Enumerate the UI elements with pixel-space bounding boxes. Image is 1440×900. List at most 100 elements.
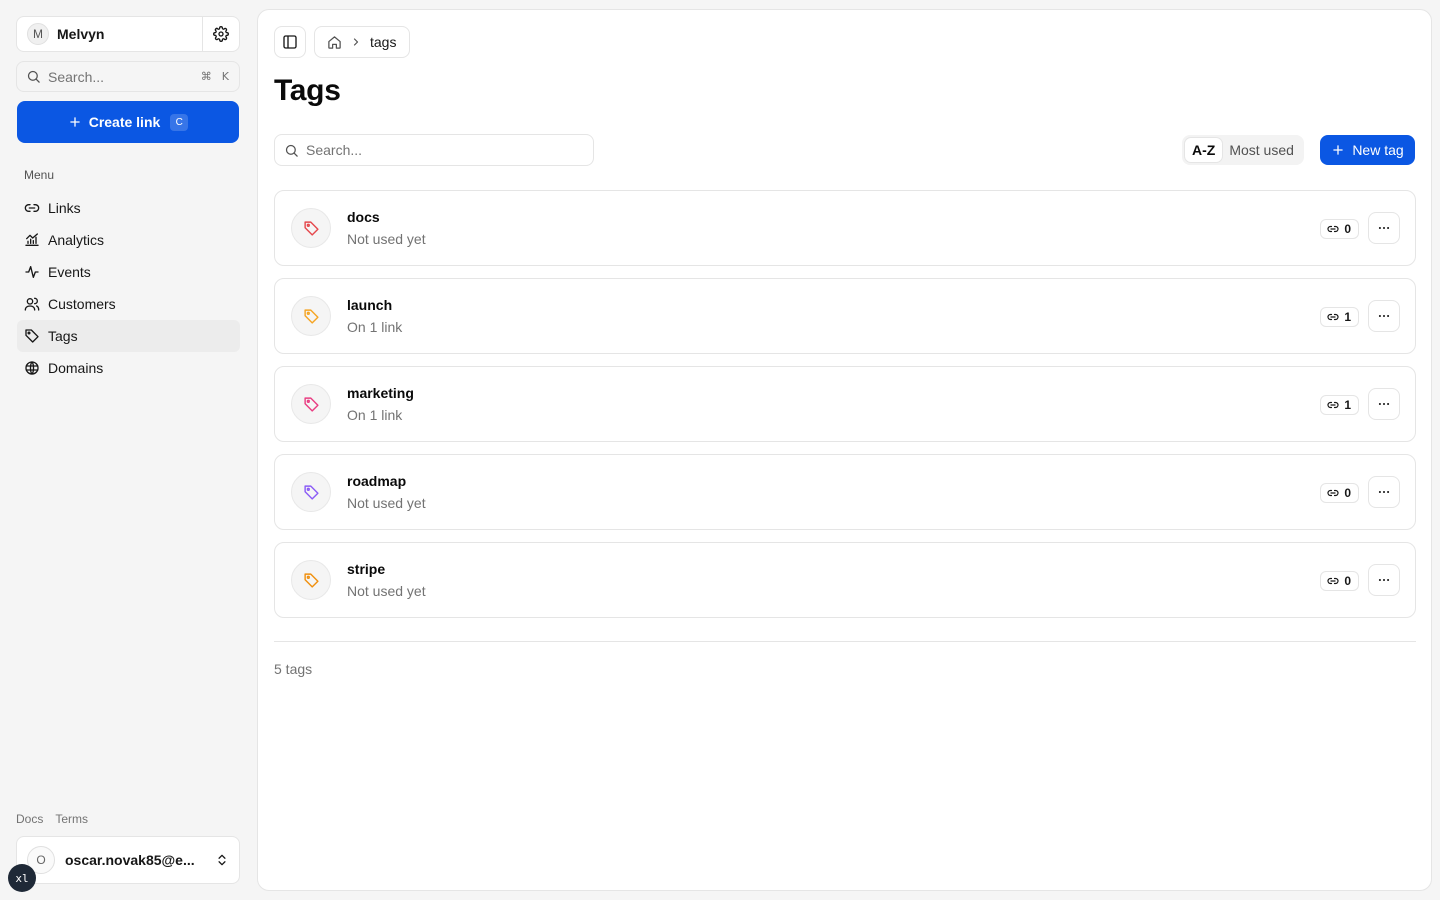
sidebar-search[interactable]: Search... ⌘ K <box>16 61 240 92</box>
link-count-badge: 1 <box>1320 307 1359 327</box>
sort-az-button[interactable]: A-Z <box>1185 138 1223 162</box>
tag-name: marketing <box>347 385 414 401</box>
link-count: 1 <box>1344 398 1351 412</box>
tag-more-button[interactable] <box>1368 476 1400 508</box>
tag-more-button[interactable] <box>1368 388 1400 420</box>
tag-name: launch <box>347 297 393 313</box>
tag-usage: On 1 link <box>347 319 403 335</box>
tag-icon <box>303 308 319 324</box>
create-link-button[interactable]: Create link C <box>17 101 239 143</box>
tag-row-docs[interactable]: docs Not used yet 0 <box>274 190 1416 266</box>
breadcrumb: tags <box>314 26 411 58</box>
user-menu-button[interactable]: O oscar.novak85@e... <box>16 836 240 884</box>
settings-button[interactable] <box>203 17 239 51</box>
tag-row-roadmap[interactable]: roadmap Not used yet 0 <box>274 454 1416 530</box>
workspace-select[interactable]: M Melvyn <box>17 17 203 51</box>
chevrons-up-down-icon <box>218 854 226 866</box>
tag-icon <box>303 220 319 236</box>
tag-color-badge <box>291 208 331 248</box>
users-icon <box>24 297 40 311</box>
link-count-badge: 0 <box>1320 571 1359 591</box>
tag-usage: Not used yet <box>347 495 426 511</box>
link-icon <box>1327 577 1339 585</box>
docs-link[interactable]: Docs <box>16 812 43 826</box>
tag-icon <box>303 484 319 500</box>
sidebar-menu: Links Analytics Events Customers Tags Do… <box>17 192 240 384</box>
sidebar-item-tags[interactable]: Tags <box>17 320 240 352</box>
home-icon[interactable] <box>327 35 342 50</box>
workspace-name: Melvyn <box>57 26 105 42</box>
link-count: 0 <box>1344 486 1351 500</box>
more-horizontal-icon <box>1378 490 1390 494</box>
tag-usage: Not used yet <box>347 583 426 599</box>
tag-search-input[interactable] <box>306 142 566 158</box>
footer-links: Docs Terms <box>16 812 88 826</box>
create-link-label: Create link <box>88 114 161 130</box>
plus-icon <box>1333 145 1344 155</box>
tag-color-badge <box>291 384 331 424</box>
tag-more-button[interactable] <box>1368 300 1400 332</box>
search-icon <box>285 144 298 157</box>
list-divider <box>274 641 1416 642</box>
terms-link[interactable]: Terms <box>55 812 88 826</box>
sidebar-item-label: Customers <box>48 296 116 312</box>
sidebar-item-label: Domains <box>48 360 104 376</box>
new-tag-label: New tag <box>1352 142 1404 158</box>
sidebar-item-links[interactable]: Links <box>17 192 240 224</box>
tag-icon <box>303 396 319 412</box>
tag-total-count: 5 tags <box>274 661 313 677</box>
tag-more-button[interactable] <box>1368 212 1400 244</box>
dev-badge[interactable]: xl <box>8 864 36 892</box>
workspace-switcher: M Melvyn <box>16 16 240 52</box>
tag-row-stripe[interactable]: stripe Not used yet 0 <box>274 542 1416 618</box>
tag-usage: On 1 link <box>347 407 403 423</box>
link-count-badge: 1 <box>1320 395 1359 415</box>
new-tag-button[interactable]: New tag <box>1320 135 1415 165</box>
chevron-right-icon <box>353 38 359 46</box>
sidebar-toggle-button[interactable] <box>274 26 306 58</box>
menu-heading: Menu <box>24 168 55 182</box>
link-icon <box>1327 313 1339 321</box>
shortcut-mod: ⌘ <box>200 70 212 83</box>
page-title: Tags <box>274 74 341 107</box>
sort-most-used-button[interactable]: Most used <box>1222 138 1301 162</box>
more-horizontal-icon <box>1378 578 1390 582</box>
sidebar: M Melvyn Search... ⌘ K Create link C Men… <box>0 0 256 900</box>
tag-more-button[interactable] <box>1368 564 1400 596</box>
gear-icon <box>213 26 229 42</box>
tag-row-marketing[interactable]: marketing On 1 link 1 <box>274 366 1416 442</box>
main-panel: tags Tags A-Z Most used New tag docs Not… <box>257 9 1432 891</box>
more-horizontal-icon <box>1378 402 1390 406</box>
tag-name: roadmap <box>347 473 407 489</box>
tag-row-launch[interactable]: launch On 1 link 1 <box>274 278 1416 354</box>
link-icon <box>1327 401 1339 409</box>
tag-icon <box>25 329 39 343</box>
sidebar-item-customers[interactable]: Customers <box>17 288 240 320</box>
tag-search <box>274 134 594 166</box>
sidebar-item-label: Events <box>48 264 91 280</box>
workspace-avatar: M <box>27 23 49 45</box>
create-link-shortcut: C <box>170 113 189 131</box>
sidebar-item-label: Links <box>48 200 81 216</box>
sidebar-item-domains[interactable]: Domains <box>17 352 240 384</box>
link-icon <box>1327 489 1339 497</box>
link-count: 0 <box>1344 574 1351 588</box>
tag-name: docs <box>347 209 380 225</box>
breadcrumb-current: tags <box>370 34 397 50</box>
sidebar-item-events[interactable]: Events <box>17 256 240 288</box>
sidebar-item-analytics[interactable]: Analytics <box>17 224 240 256</box>
sidebar-item-label: Tags <box>48 328 78 344</box>
tag-color-badge <box>291 472 331 512</box>
search-icon <box>27 70 40 83</box>
tag-list: docs Not used yet 0 launch On 1 link 1 m… <box>274 190 1416 630</box>
more-horizontal-icon <box>1378 226 1390 230</box>
tag-usage: Not used yet <box>347 231 426 247</box>
link-count: 0 <box>1344 222 1351 236</box>
user-email: oscar.novak85@e... <box>65 852 195 868</box>
sidebar-search-placeholder: Search... <box>48 68 105 85</box>
link-icon <box>1327 225 1339 233</box>
tag-color-badge <box>291 560 331 600</box>
globe-icon <box>25 361 39 375</box>
sidebar-item-label: Analytics <box>48 232 105 248</box>
sort-toggle: A-Z Most used <box>1182 135 1304 165</box>
